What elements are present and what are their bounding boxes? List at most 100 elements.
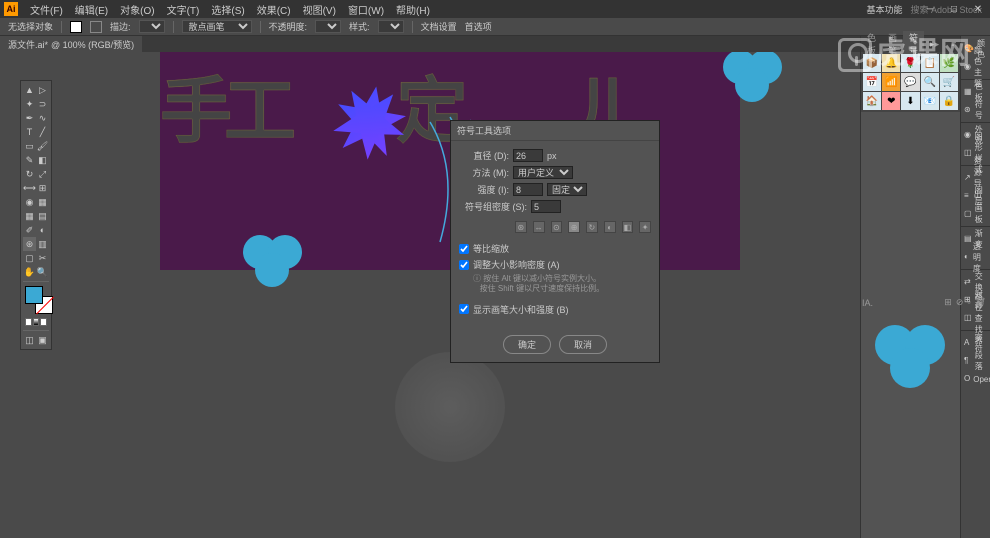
hand-tool[interactable]: ✋ — [23, 265, 36, 279]
strip-transparency[interactable]: ◐透明度 — [961, 248, 990, 266]
symbol-item[interactable]: 📅 — [863, 73, 881, 91]
symbol-item[interactable]: 🔒 — [940, 92, 958, 110]
symbol-item[interactable]: ⬇ — [901, 92, 919, 110]
direct-selection-tool[interactable]: ▷ — [36, 83, 49, 97]
symbol-item[interactable]: 💬 — [901, 73, 919, 91]
curvature-tool[interactable]: ∿ — [36, 111, 49, 125]
fill-color[interactable] — [25, 286, 43, 304]
type-tool[interactable]: T — [23, 125, 36, 139]
magic-wand-tool[interactable]: ✦ — [23, 97, 36, 111]
gradient-tool[interactable]: ▤ — [36, 209, 49, 223]
selection-tool[interactable]: ▲ — [23, 83, 36, 97]
symbol-item[interactable]: 🌹 — [901, 54, 919, 72]
workspace-switcher[interactable]: 基本功能 — [862, 3, 906, 16]
eyedropper-tool[interactable]: ✐ — [23, 223, 36, 237]
menu-type[interactable]: 文字(T) — [161, 2, 206, 17]
opacity-select[interactable] — [315, 20, 341, 33]
brush-definition[interactable]: 散点画笔 — [182, 20, 252, 33]
sizer-icon[interactable]: ⊕ — [568, 221, 580, 233]
zoom-tool[interactable]: 🔍 — [36, 265, 49, 279]
menu-file[interactable]: 文件(F) — [24, 2, 69, 17]
draw-mode[interactable]: ◫ — [23, 333, 36, 347]
symbol-item[interactable]: 📋 — [921, 54, 939, 72]
symbol-item[interactable]: 🏠 — [863, 92, 881, 110]
mesh-tool[interactable]: ▦ — [23, 209, 36, 223]
symbol-libraries-icon[interactable]: ⊞ — [944, 297, 952, 308]
diameter-input[interactable] — [513, 149, 543, 162]
delete-symbol-icon[interactable]: 🗑 — [975, 297, 986, 308]
eraser-tool[interactable]: ◧ — [36, 153, 49, 167]
artboard-tool[interactable]: ▢ — [23, 251, 36, 265]
symbol-item[interactable]: 🌿 — [940, 54, 958, 72]
strip-pathfinder[interactable]: ◫路径查找器 — [961, 309, 990, 327]
stainer-icon[interactable]: ◐ — [604, 221, 616, 233]
show-brush-check[interactable] — [459, 304, 469, 314]
column-graph-tool[interactable]: ▥ — [36, 237, 49, 251]
styler-icon[interactable]: ✦ — [639, 221, 651, 233]
symbol-item[interactable]: 📦 — [863, 54, 881, 72]
slice-tool[interactable]: ✂ — [36, 251, 49, 265]
panel-collapse[interactable]: ▸▸ — [924, 39, 945, 50]
menu-view[interactable]: 视图(V) — [297, 2, 342, 17]
color-mode-gradient[interactable] — [33, 318, 40, 326]
break-link-icon[interactable]: ⊘ — [956, 297, 964, 308]
stroke-weight[interactable] — [139, 20, 165, 33]
symbol-item[interactable]: 🔔 — [882, 54, 900, 72]
scale-tool[interactable]: ⤢ — [36, 167, 49, 181]
shifter-icon[interactable]: ↔ — [533, 221, 545, 233]
symbol-item[interactable]: 📶 — [882, 73, 900, 91]
cancel-button[interactable]: 取消 — [559, 335, 607, 354]
intensity-mode[interactable]: 固定 — [547, 183, 587, 196]
method-select[interactable]: 用户定义 — [513, 166, 573, 179]
rectangle-tool[interactable]: ▭ — [23, 139, 36, 153]
menu-help[interactable]: 帮助(H) — [390, 2, 436, 17]
symbol-item[interactable]: 🛒 — [940, 73, 958, 91]
color-mode-solid[interactable] — [25, 318, 32, 326]
strip-color-themes[interactable]: ◉颜色主题 — [961, 58, 990, 76]
strip-artboards[interactable]: ▢画板 — [961, 205, 990, 223]
strip-paragraph[interactable]: ¶段落 — [961, 352, 990, 370]
shaper-tool[interactable]: ✎ — [23, 153, 36, 167]
stroke-swatch[interactable] — [90, 21, 102, 33]
minimize-button[interactable]: ─ — [918, 0, 942, 18]
menu-effect[interactable]: 效果(C) — [251, 2, 297, 17]
color-mode-none[interactable] — [40, 318, 47, 326]
proportional-check[interactable] — [459, 244, 469, 254]
spinner-icon[interactable]: ↻ — [586, 221, 598, 233]
menu-select[interactable]: 选择(S) — [205, 2, 250, 17]
free-transform-tool[interactable]: ⊞ — [36, 181, 49, 195]
strip-opentype[interactable]: OOpenType — [961, 370, 990, 388]
maximize-button[interactable]: □ — [942, 0, 966, 18]
menu-edit[interactable]: 编辑(E) — [69, 2, 114, 17]
symbol-item[interactable]: ❤ — [882, 92, 900, 110]
intensity-input[interactable] — [513, 183, 543, 196]
style-select[interactable] — [378, 20, 404, 33]
document-tab[interactable]: 源文件.ai* @ 100% (RGB/预览) — [0, 36, 142, 52]
new-symbol-icon[interactable]: ▫ — [967, 297, 970, 308]
pen-tool[interactable]: ✒ — [23, 111, 36, 125]
menu-object[interactable]: 对象(O) — [114, 2, 160, 17]
screener-icon[interactable]: ◧ — [622, 221, 634, 233]
docsetup-button[interactable]: 文档设置 — [421, 20, 457, 33]
scruncher-icon[interactable]: ⊙ — [551, 221, 563, 233]
strip-symbols[interactable]: ⊛符号 — [961, 101, 990, 119]
screen-mode[interactable]: ▣ — [36, 333, 49, 347]
paintbrush-tool[interactable]: 🖌 — [36, 139, 49, 153]
sprayer-icon[interactable]: ⊛ — [515, 221, 527, 233]
symbol-sprayer-tool[interactable]: ⊛ — [23, 237, 36, 251]
menu-window[interactable]: 窗口(W) — [342, 2, 390, 17]
lasso-tool[interactable]: ⊃ — [36, 97, 49, 111]
width-tool[interactable]: ⟷ — [23, 181, 36, 195]
perspective-tool[interactable]: ▦ — [36, 195, 49, 209]
prefs-button[interactable]: 首选项 — [465, 20, 492, 33]
symbol-item[interactable]: 🔍 — [921, 73, 939, 91]
ok-button[interactable]: 确定 — [503, 335, 551, 354]
resize-density-check[interactable] — [459, 260, 469, 270]
close-button[interactable]: ✕ — [966, 0, 990, 18]
symbol-item[interactable]: 📧 — [921, 92, 939, 110]
rotate-tool[interactable]: ↻ — [23, 167, 36, 181]
density-input[interactable] — [531, 200, 561, 213]
blend-tool[interactable]: ◐ — [36, 223, 49, 237]
shape-builder-tool[interactable]: ◉ — [23, 195, 36, 209]
fill-swatch[interactable] — [70, 21, 82, 33]
